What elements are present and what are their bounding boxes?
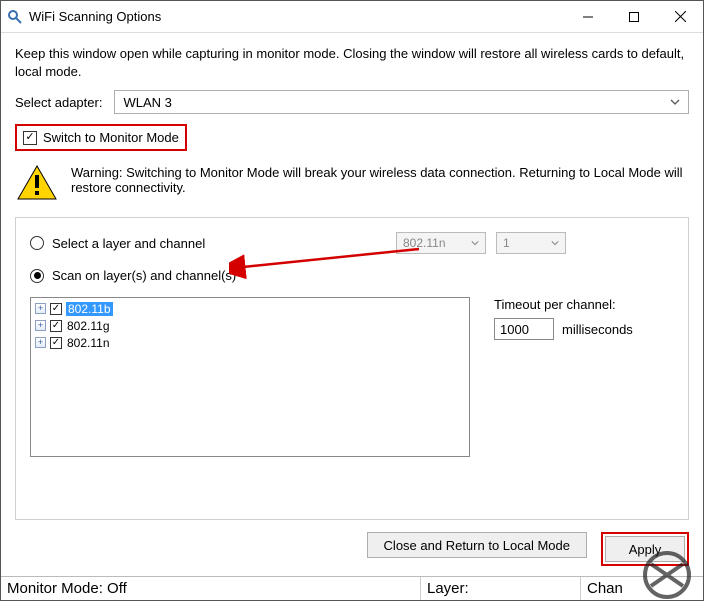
- monitor-mode-label: Switch to Monitor Mode: [43, 130, 179, 145]
- scan-layers-row: Scan on layer(s) and channel(s): [30, 268, 674, 283]
- status-layer: Layer:: [421, 577, 581, 600]
- tree-row[interactable]: + ✓ 802.11b: [33, 300, 467, 317]
- layer-tree[interactable]: + ✓ 802.11b + ✓ 802.11g + ✓ 802.11n: [30, 297, 470, 457]
- chevron-down-icon: [551, 239, 559, 247]
- monitor-mode-checkbox[interactable]: ✓: [23, 131, 37, 145]
- status-monitor-mode: Monitor Mode: Off: [1, 577, 421, 600]
- tree-label: 802.11g: [66, 319, 111, 333]
- timeout-column: Timeout per channel: milliseconds: [494, 297, 674, 505]
- tree-label: 802.11n: [66, 336, 111, 350]
- maximize-button[interactable]: [611, 1, 657, 32]
- channel-dropdown[interactable]: 1: [496, 232, 566, 254]
- monitor-mode-checkbox-row[interactable]: ✓ Switch to Monitor Mode: [15, 124, 187, 151]
- expand-icon[interactable]: +: [35, 303, 46, 314]
- minimize-button[interactable]: [565, 1, 611, 32]
- warning-row: Warning: Switching to Monitor Mode will …: [15, 161, 689, 205]
- single-layer-radio[interactable]: [30, 236, 44, 250]
- scan-layers-radio[interactable]: [30, 269, 44, 283]
- status-bar: Monitor Mode: Off Layer: Chan: [1, 576, 703, 600]
- button-bar: Close and Return to Local Mode Apply: [1, 528, 703, 576]
- chevron-down-icon: [670, 97, 680, 107]
- tree-checkbox[interactable]: ✓: [50, 320, 62, 332]
- content-area: Keep this window open while capturing in…: [1, 33, 703, 528]
- channel-dropdown-value: 1: [503, 236, 510, 250]
- titlebar: WiFi Scanning Options: [1, 1, 703, 33]
- chevron-down-icon: [471, 239, 479, 247]
- warning-text: Warning: Switching to Monitor Mode will …: [71, 165, 687, 195]
- scan-layers-label: Scan on layer(s) and channel(s): [52, 268, 236, 283]
- close-button[interactable]: [657, 1, 703, 32]
- tree-checkbox[interactable]: ✓: [50, 337, 62, 349]
- adapter-value: WLAN 3: [123, 95, 171, 110]
- scan-body: + ✓ 802.11b + ✓ 802.11g + ✓ 802.11n: [30, 297, 674, 505]
- warning-icon: [17, 165, 57, 201]
- scan-groupbox: Select a layer and channel 802.11n 1 Sca…: [15, 217, 689, 520]
- timeout-label: Timeout per channel:: [494, 297, 674, 312]
- timeout-input[interactable]: [494, 318, 554, 340]
- wifi-scanning-options-window: WiFi Scanning Options Keep this window o…: [0, 0, 704, 601]
- expand-icon[interactable]: +: [35, 320, 46, 331]
- tree-row[interactable]: + ✓ 802.11n: [33, 334, 467, 351]
- app-icon: [7, 9, 23, 25]
- adapter-label: Select adapter:: [15, 95, 102, 110]
- layer-dropdown[interactable]: 802.11n: [396, 232, 486, 254]
- expand-icon[interactable]: +: [35, 337, 46, 348]
- watermark-icon: [631, 550, 703, 600]
- close-return-button[interactable]: Close and Return to Local Mode: [367, 532, 587, 558]
- window-title: WiFi Scanning Options: [29, 9, 161, 24]
- adapter-select[interactable]: WLAN 3: [114, 90, 689, 114]
- layer-dropdown-value: 802.11n: [403, 236, 446, 250]
- timeout-unit: milliseconds: [562, 322, 633, 337]
- tree-row[interactable]: + ✓ 802.11g: [33, 317, 467, 334]
- adapter-row: Select adapter: WLAN 3: [15, 90, 689, 114]
- description-text: Keep this window open while capturing in…: [15, 45, 689, 80]
- tree-label: 802.11b: [66, 302, 113, 316]
- tree-checkbox[interactable]: ✓: [50, 303, 62, 315]
- single-layer-row: Select a layer and channel 802.11n 1: [30, 232, 674, 254]
- single-layer-label: Select a layer and channel: [52, 236, 205, 251]
